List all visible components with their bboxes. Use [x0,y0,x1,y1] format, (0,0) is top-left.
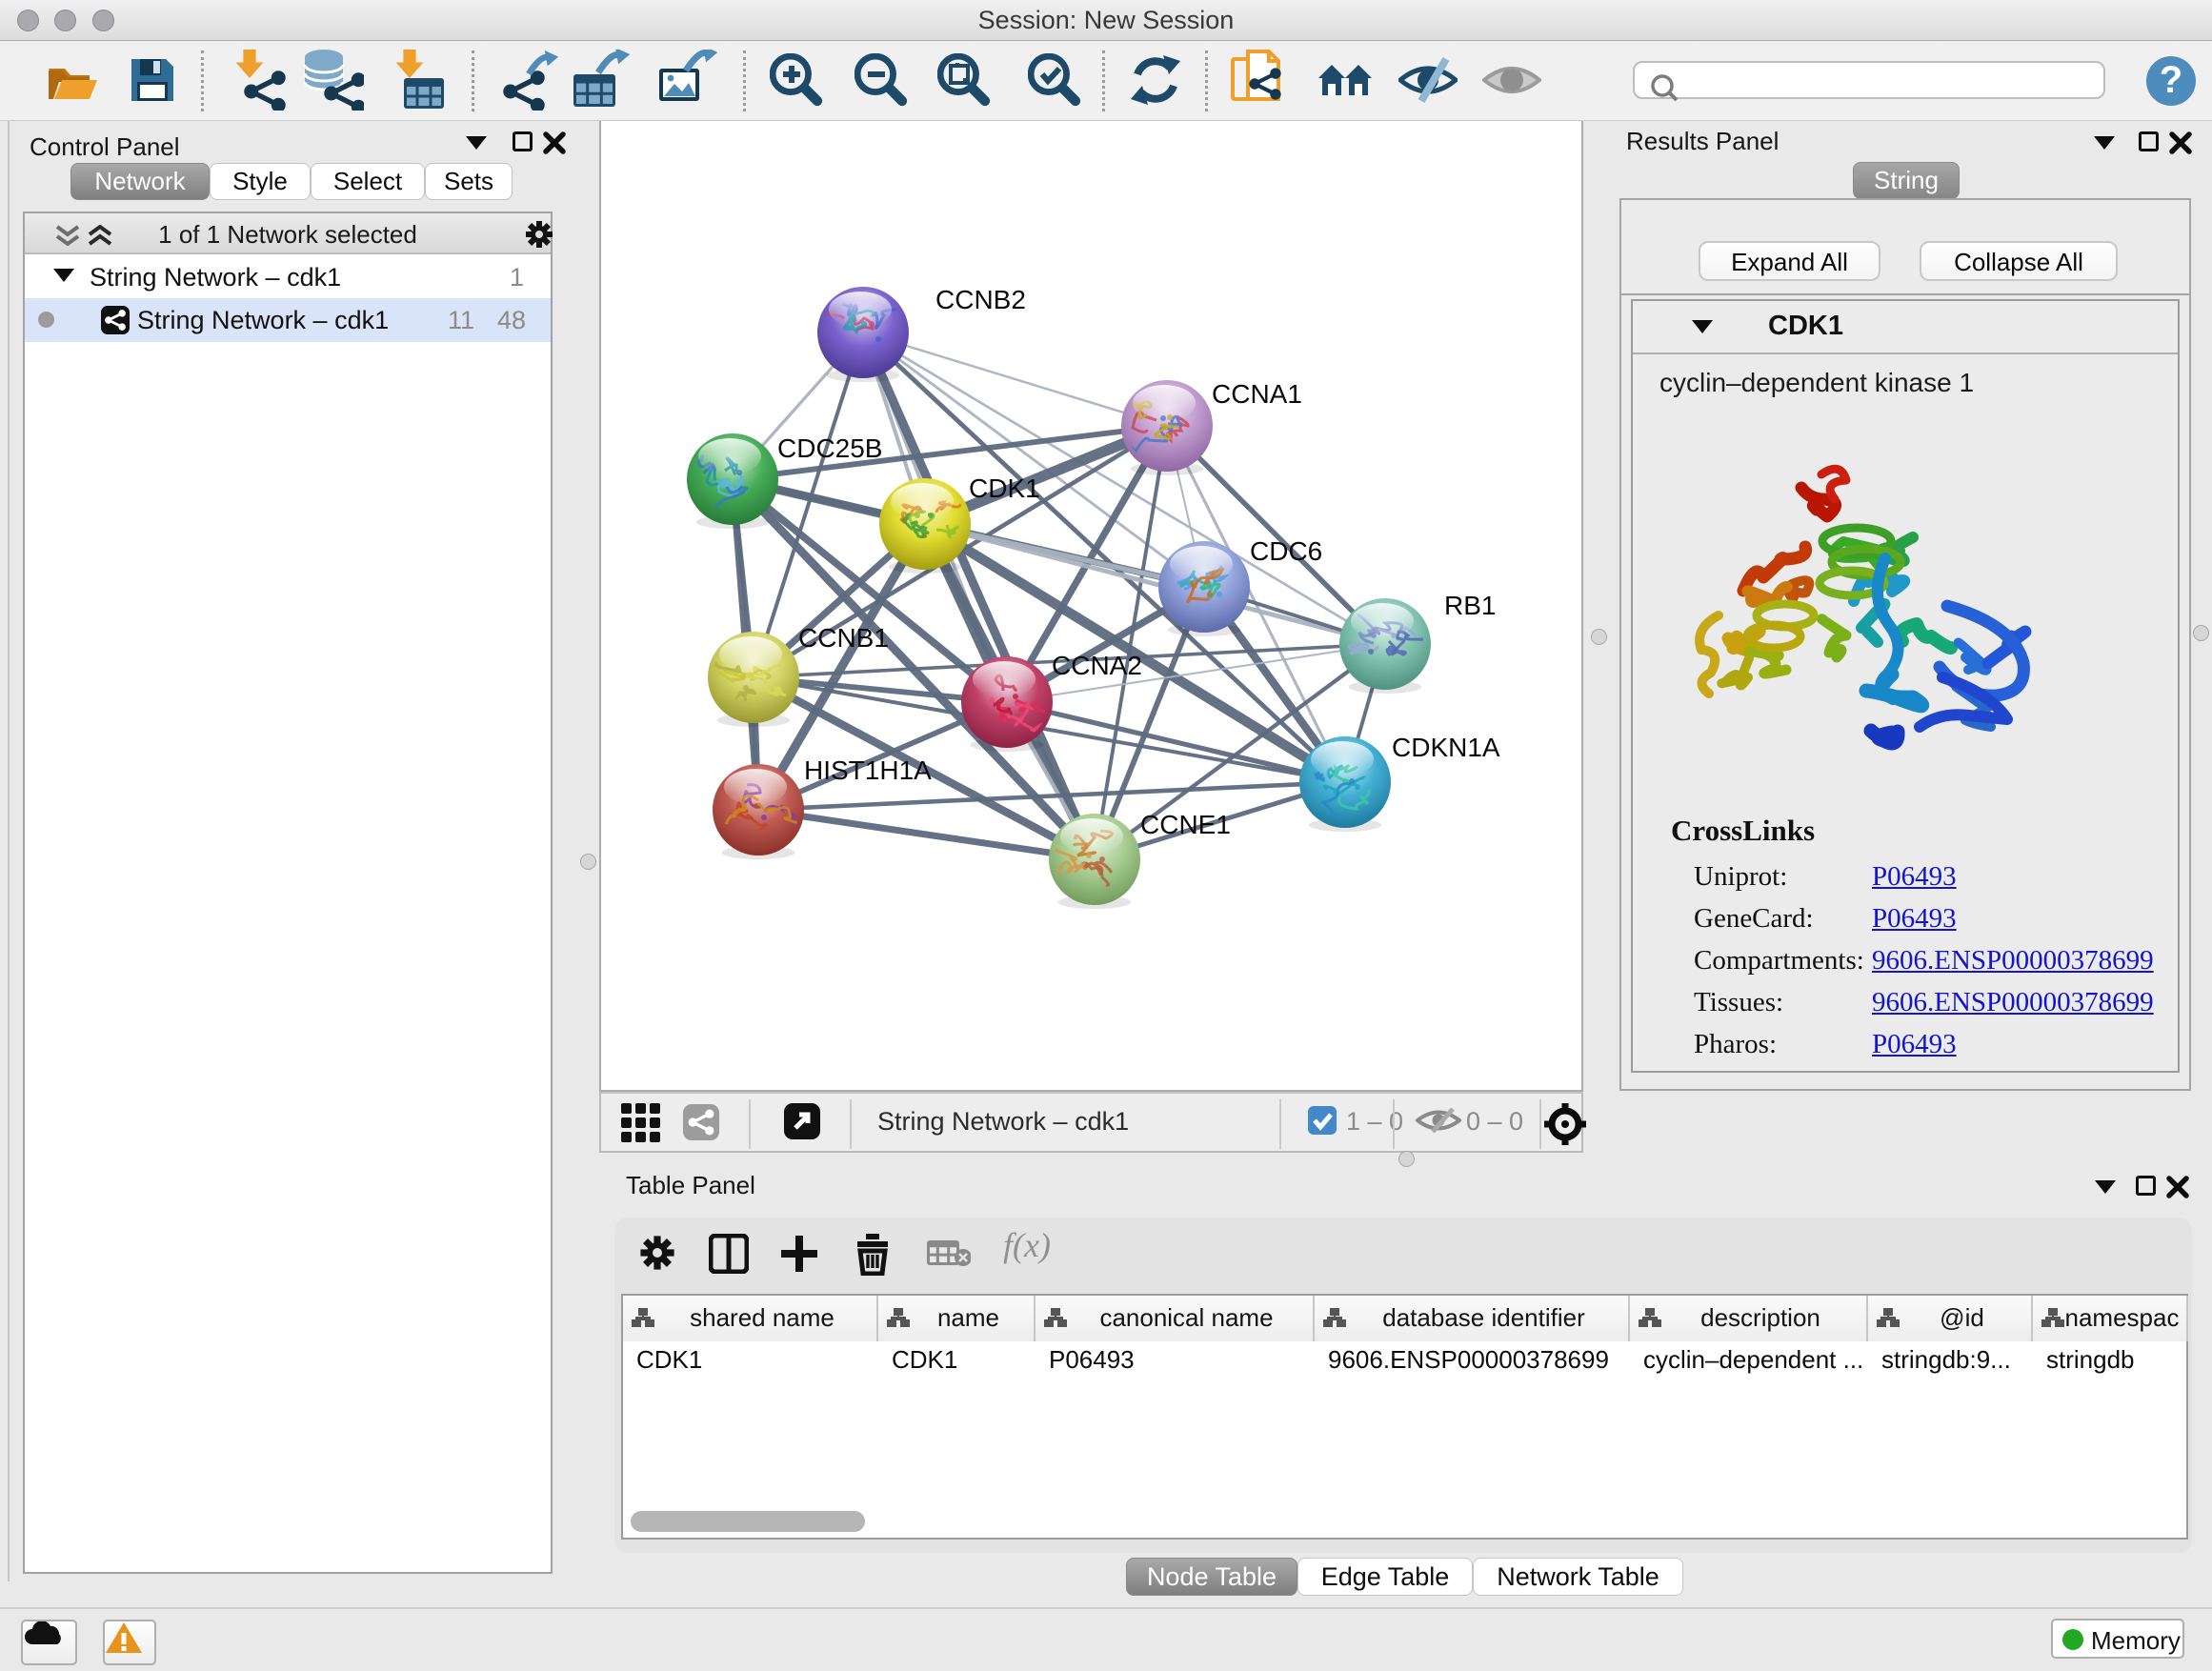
svg-text:CDC6: CDC6 [1250,536,1322,566]
svg-text:CCNA2: CCNA2 [1052,651,1142,680]
svg-text:CDC25B: CDC25B [777,433,882,463]
svg-text:RB1: RB1 [1444,591,1496,620]
svg-text:CDKN1A: CDKN1A [1392,733,1500,762]
svg-text:CDK1: CDK1 [969,473,1040,503]
svg-text:HIST1H1A: HIST1H1A [804,755,932,785]
svg-text:CCNB1: CCNB1 [798,623,889,653]
svg-text:?: ? [2160,59,2182,101]
svg-text:CCNE1: CCNE1 [1140,810,1231,839]
svg-text:CCNA1: CCNA1 [1212,379,1302,409]
svg-text:CCNB2: CCNB2 [935,285,1026,314]
